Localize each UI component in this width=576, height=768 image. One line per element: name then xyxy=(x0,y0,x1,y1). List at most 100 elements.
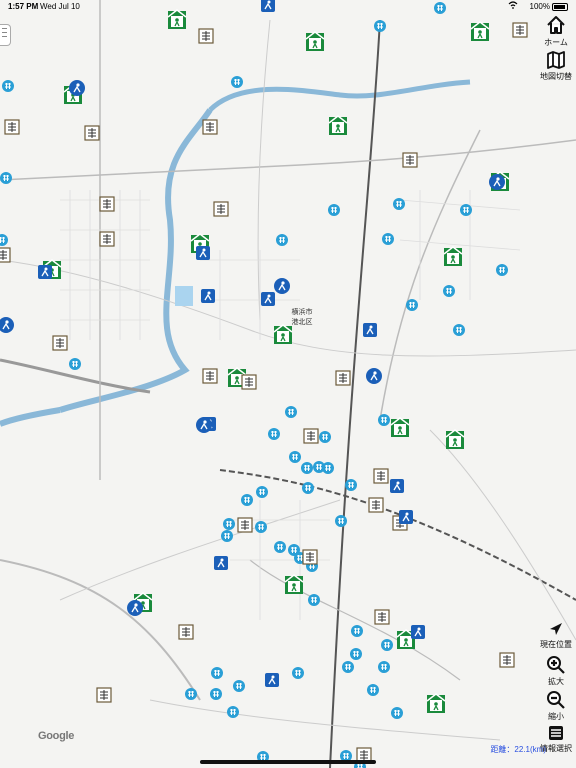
temple-marker[interactable] xyxy=(289,451,301,463)
storage-marker[interactable] xyxy=(402,152,418,168)
side-panel-handle[interactable] xyxy=(0,24,11,46)
temple-marker[interactable] xyxy=(443,285,455,297)
temple-marker[interactable] xyxy=(211,667,223,679)
storage-marker[interactable] xyxy=(84,125,100,141)
shelter-marker[interactable] xyxy=(273,324,293,344)
storage-marker[interactable] xyxy=(241,374,257,390)
temple-marker[interactable] xyxy=(381,639,393,651)
storage-marker[interactable] xyxy=(512,22,528,38)
shelter-marker[interactable] xyxy=(284,574,304,594)
storage-marker[interactable] xyxy=(202,368,218,384)
temple-marker[interactable] xyxy=(301,462,313,474)
shelter-marker[interactable] xyxy=(470,21,490,41)
welfare-marker[interactable] xyxy=(261,292,275,306)
temple-marker[interactable] xyxy=(185,688,197,700)
status-time: 1:57 PM xyxy=(8,2,39,11)
storage-marker[interactable] xyxy=(335,370,351,386)
storage-marker[interactable] xyxy=(368,497,384,513)
storage-marker[interactable] xyxy=(4,119,20,135)
temple-marker[interactable] xyxy=(231,76,243,88)
home-button[interactable]: ホーム xyxy=(538,14,574,48)
temple-marker[interactable] xyxy=(268,428,280,440)
storage-marker[interactable] xyxy=(373,468,389,484)
temple-marker[interactable] xyxy=(241,494,253,506)
zoom-in-button[interactable]: 拡大 xyxy=(538,655,574,687)
map-canvas[interactable]: 横浜市 港北区 xyxy=(0,0,576,768)
welfare-round-marker[interactable] xyxy=(489,174,505,190)
shelter-marker[interactable] xyxy=(390,417,410,437)
welfare-marker[interactable] xyxy=(390,479,404,493)
welfare-marker[interactable] xyxy=(411,625,425,639)
storage-marker[interactable] xyxy=(374,609,390,625)
shelter-marker[interactable] xyxy=(445,429,465,449)
temple-marker[interactable] xyxy=(285,406,297,418)
temple-marker[interactable] xyxy=(496,264,508,276)
storage-marker[interactable] xyxy=(237,517,253,533)
welfare-marker[interactable] xyxy=(363,323,377,337)
shelter-marker[interactable] xyxy=(305,31,325,51)
temple-marker[interactable] xyxy=(227,706,239,718)
temple-marker[interactable] xyxy=(255,521,267,533)
temple-marker[interactable] xyxy=(342,661,354,673)
temple-marker[interactable] xyxy=(460,204,472,216)
temple-marker[interactable] xyxy=(391,707,403,719)
temple-marker[interactable] xyxy=(292,667,304,679)
temple-marker[interactable] xyxy=(274,541,286,553)
storage-marker[interactable] xyxy=(198,28,214,44)
temple-marker[interactable] xyxy=(69,358,81,370)
storage-marker[interactable] xyxy=(96,687,112,703)
map-switch-button[interactable]: 地図切替 xyxy=(538,50,574,82)
welfare-marker[interactable] xyxy=(265,673,279,687)
storage-marker[interactable] xyxy=(52,335,68,351)
welfare-marker[interactable] xyxy=(399,510,413,524)
temple-marker[interactable] xyxy=(210,688,222,700)
welfare-marker[interactable] xyxy=(38,265,52,279)
temple-marker[interactable] xyxy=(256,486,268,498)
temple-marker[interactable] xyxy=(374,20,386,32)
temple-marker[interactable] xyxy=(378,661,390,673)
temple-marker[interactable] xyxy=(302,482,314,494)
temple-marker[interactable] xyxy=(350,648,362,660)
welfare-marker[interactable] xyxy=(201,289,215,303)
storage-marker[interactable] xyxy=(202,119,218,135)
temple-marker[interactable] xyxy=(2,80,14,92)
temple-marker[interactable] xyxy=(0,172,12,184)
welfare-marker[interactable] xyxy=(214,556,228,570)
welfare-round-marker[interactable] xyxy=(196,417,212,433)
storage-marker[interactable] xyxy=(0,247,11,263)
shelter-marker[interactable] xyxy=(443,246,463,266)
storage-marker[interactable] xyxy=(303,428,319,444)
temple-marker[interactable] xyxy=(378,414,390,426)
welfare-marker[interactable] xyxy=(196,246,210,260)
temple-marker[interactable] xyxy=(319,431,331,443)
storage-marker[interactable] xyxy=(302,549,318,565)
current-location-button[interactable]: 現在位置 xyxy=(538,620,574,650)
temple-marker[interactable] xyxy=(453,324,465,336)
temple-marker[interactable] xyxy=(233,680,245,692)
storage-marker[interactable] xyxy=(99,196,115,212)
temple-marker[interactable] xyxy=(322,462,334,474)
storage-marker[interactable] xyxy=(499,652,515,668)
welfare-round-marker[interactable] xyxy=(127,600,143,616)
temple-marker[interactable] xyxy=(345,479,357,491)
temple-marker[interactable] xyxy=(351,625,363,637)
temple-marker[interactable] xyxy=(221,530,233,542)
welfare-round-marker[interactable] xyxy=(366,368,382,384)
storage-marker[interactable] xyxy=(213,201,229,217)
temple-marker[interactable] xyxy=(367,684,379,696)
temple-marker[interactable] xyxy=(223,518,235,530)
temple-marker[interactable] xyxy=(382,233,394,245)
zoom-out-button[interactable]: 縮小 xyxy=(538,690,574,722)
temple-marker[interactable] xyxy=(276,234,288,246)
shelter-marker[interactable] xyxy=(328,115,348,135)
welfare-round-marker[interactable] xyxy=(274,278,290,294)
temple-marker[interactable] xyxy=(393,198,405,210)
temple-marker[interactable] xyxy=(406,299,418,311)
shelter-marker[interactable] xyxy=(426,693,446,713)
welfare-round-marker[interactable] xyxy=(69,80,85,96)
temple-marker[interactable] xyxy=(335,515,347,527)
temple-marker[interactable] xyxy=(308,594,320,606)
temple-marker[interactable] xyxy=(328,204,340,216)
storage-marker[interactable] xyxy=(99,231,115,247)
storage-marker[interactable] xyxy=(178,624,194,640)
